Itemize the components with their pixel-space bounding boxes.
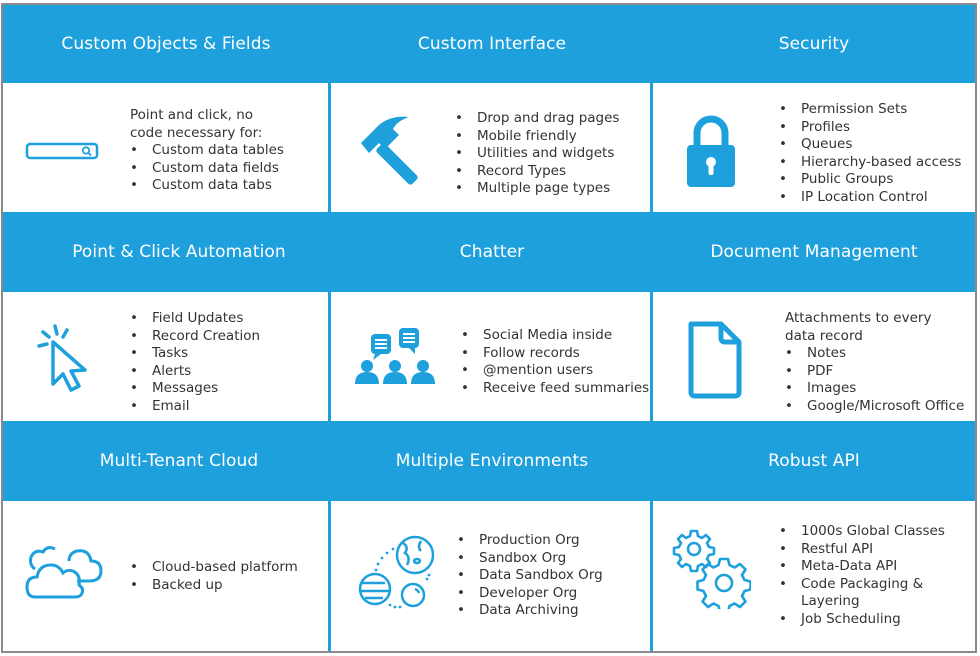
search-bar-icon [25,142,99,160]
list-item: Meta-Data API [779,558,945,576]
document-icon [688,321,742,399]
list-item: Public Groups [779,171,961,189]
list-item: Data Archiving [457,602,603,620]
list-item: Images [785,380,964,398]
header-document-management: Document Management [710,242,918,262]
feature-list: Social Media inside Follow records @ment… [461,327,649,397]
feature-list: Production Org Sandbox Org Data Sandbox … [457,532,603,620]
list-item: Drop and drag pages [455,110,619,128]
list-item: Custom data tables [130,142,284,160]
header-robust-api: Robust API [768,451,860,471]
list-item: Hierarchy-based access [779,154,961,172]
header-chatter: Chatter [459,242,525,262]
list-item: Production Org [457,532,603,550]
gears-icon [672,529,751,609]
intro-line: Attachments to every [785,310,932,326]
list-item: Profiles [779,119,961,137]
intro-line: Point and click, no [130,107,254,123]
cell-content: 1000s Global Classes Restful API Meta-Da… [779,523,945,629]
list-item: Social Media inside [461,327,649,345]
feature-list: Cloud-based platform Backed up [130,559,298,594]
list-item: Multiple page types [455,180,619,198]
list-item: Backed up [130,577,298,595]
cell-security: Permission Sets Profiles Queues Hierarch… [653,83,975,212]
cell-content: Cloud-based platform Backed up [130,559,298,594]
feature-list: Field Updates Record Creation Tasks Aler… [130,310,260,416]
list-item: Notes [785,345,964,363]
feature-list: 1000s Global Classes Restful API Meta-Da… [779,523,945,629]
cloud-icon [25,546,103,599]
cell-robust-api: 1000s Global Classes Restful API Meta-Da… [653,501,975,651]
list-item: Messages [130,380,260,398]
cell-content: Point and click, no code necessary for: … [130,107,284,195]
hammer-icon [361,116,418,185]
cell-document-management: Attachments to every data record Notes P… [653,292,975,421]
list-item: Utilities and widgets [455,145,619,163]
cell-point-click-automation: Field Updates Record Creation Tasks Aler… [3,292,328,421]
list-item: Job Scheduling [779,611,945,629]
cell-content: Field Updates Record Creation Tasks Aler… [130,310,260,416]
list-item: @mention users [461,362,649,380]
cell-content: Social Media inside Follow records @ment… [461,327,649,397]
feature-list: Notes PDF Images Google/Microsoft Office [785,345,964,415]
list-item: Queues [779,136,961,154]
cell-content: Production Org Sandbox Org Data Sandbox … [457,532,603,620]
list-item: 1000s Global Classes [779,523,945,541]
cell-multiple-environments: Production Org Sandbox Org Data Sandbox … [331,501,650,651]
list-item: Data Sandbox Org [457,567,603,585]
feature-list: Permission Sets Profiles Queues Hierarch… [779,101,961,207]
lock-icon [687,115,735,187]
header-custom-interface: Custom Interface [417,34,567,54]
list-item: Receive feed summaries [461,380,649,398]
list-item: Custom data fields [130,160,284,178]
cell-custom-interface: Drop and drag pages Mobile friendly Util… [331,83,650,212]
intro-line: data record [785,327,863,344]
header-point-click-automation: Point & Click Automation [72,242,286,262]
header-multiple-environments: Multiple Environments [395,451,589,471]
list-item: Alerts [130,363,260,381]
list-item: Sandbox Org [457,550,603,568]
list-item: Code Packaging & Layering [779,576,939,611]
list-item: Developer Org [457,585,603,603]
list-item: Tasks [130,345,260,363]
list-item: Field Updates [130,310,260,328]
list-item: Cloud-based platform [130,559,298,577]
list-item: Email [130,398,260,416]
cell-content: Drop and drag pages Mobile friendly Util… [455,110,619,198]
intro-line: code necessary for: [130,124,263,141]
cell-content: Permission Sets Profiles Queues Hierarch… [779,101,961,207]
feature-list: Custom data tables Custom data fields Cu… [130,142,284,195]
header-multi-tenant-cloud: Multi-Tenant Cloud [99,451,259,471]
feature-grid: Custom Objects & Fields Custom Interface… [1,3,977,653]
cell-multi-tenant-cloud: Cloud-based platform Backed up [3,501,328,651]
chat-group-icon [355,328,435,384]
list-item: IP Location Control [779,189,961,207]
header-security: Security [778,34,850,54]
list-item: PDF [785,363,964,381]
header-custom-objects-fields: Custom Objects & Fields [61,34,271,54]
planets-icon [358,535,435,609]
list-item: Google/Microsoft Office [785,398,964,416]
list-item: Permission Sets [779,101,961,119]
list-item: Record Types [455,163,619,181]
feature-list: Drop and drag pages Mobile friendly Util… [455,110,619,198]
list-item: Record Creation [130,328,260,346]
cell-chatter: Social Media inside Follow records @ment… [331,292,650,421]
cell-content: Attachments to every data record Notes P… [785,310,964,416]
cell-custom-objects-fields: Point and click, no code necessary for: … [3,83,328,212]
list-item: Mobile friendly [455,128,619,146]
list-item: Restful API [779,541,945,559]
list-item: Follow records [461,345,649,363]
list-item: Custom data tabs [130,177,284,195]
cursor-click-icon [37,324,87,392]
